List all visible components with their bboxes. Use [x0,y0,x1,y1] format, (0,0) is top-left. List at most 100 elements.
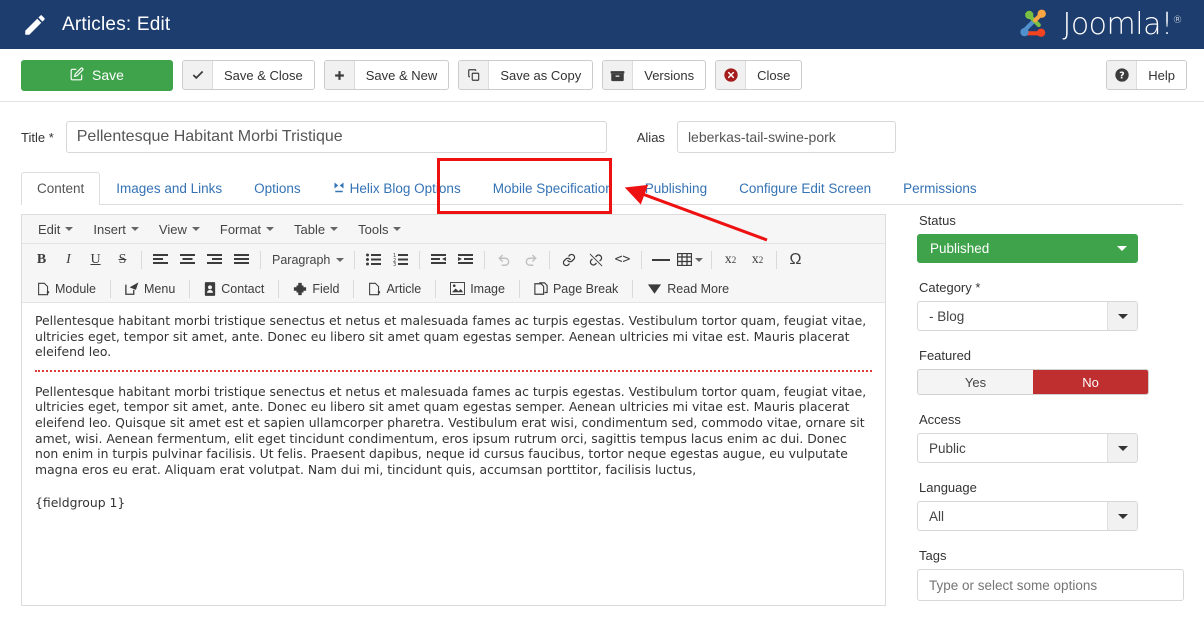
help-button[interactable]: ? Help [1106,60,1187,90]
chevron-down-icon [1107,502,1137,530]
indent-icon[interactable] [452,248,479,272]
featured-group: Featured Yes No [917,348,1182,395]
versions-button[interactable]: Versions [602,60,706,90]
tab-content-label: Content [37,181,84,196]
insert-article-button[interactable]: Article [359,278,430,300]
insert-module-button[interactable]: Module [28,278,105,300]
redo-icon[interactable] [517,248,544,272]
alias-input[interactable] [677,121,896,153]
editor-intro-paragraph: Pellentesque habitant morbi tristique se… [35,313,872,360]
unlink-icon[interactable] [582,248,609,272]
toolbar-divider [353,280,354,298]
tab-configure-edit-screen-label: Configure Edit Screen [739,181,871,196]
save-as-copy-button[interactable]: Save as Copy [458,60,593,90]
tab-images-and-links-label: Images and Links [116,181,222,196]
editor-menu-format[interactable]: Format [210,219,284,240]
access-select[interactable]: Public [917,433,1138,463]
undo-icon[interactable] [490,248,517,272]
insert-read-more-button[interactable]: Read More [638,278,738,300]
access-label: Access [919,412,1182,427]
tab-helix-blog-options-label: Helix Blog Options [350,181,461,196]
brand-text: Joomla! [1062,7,1172,42]
insert-field-button[interactable]: Field [284,278,348,300]
tab-publishing[interactable]: Publishing [629,172,723,205]
align-justify-icon[interactable] [228,248,255,272]
tags-input[interactable] [917,569,1184,601]
align-center-icon[interactable] [174,248,201,272]
special-character-icon[interactable]: Ω [782,248,809,272]
save-close-button[interactable]: Save & Close [182,60,315,90]
horizontal-rule-icon[interactable] [647,248,674,272]
close-button[interactable]: Close [715,60,802,90]
main-area: Edit Insert View Format Table [21,205,1183,618]
tab-options[interactable]: Options [238,172,317,205]
title-input[interactable] [66,121,607,153]
insert-contact-button[interactable]: Contact [195,278,273,300]
editor-menu-insert[interactable]: Insert [83,219,149,240]
plus-icon [325,61,355,89]
category-select[interactable]: - Blog [917,301,1138,331]
numbered-list-icon[interactable]: 123 [387,248,414,272]
editor-menu-view-label: View [159,222,187,237]
chevron-down-icon [65,227,73,231]
article-icon [368,282,381,296]
language-select[interactable]: All [917,501,1138,531]
table-icon[interactable] [674,248,706,272]
format-select[interactable]: Paragraph [266,249,349,271]
editor-menu-insert-label: Insert [93,222,126,237]
editor-menu-table[interactable]: Table [284,219,348,240]
align-left-icon[interactable] [147,248,174,272]
outdent-icon[interactable] [425,248,452,272]
tab-mobile-specification[interactable]: Mobile Specification [477,172,629,205]
image-icon [450,282,465,295]
editor-menu-edit[interactable]: Edit [28,219,83,240]
toolbar-divider [189,280,190,298]
align-right-icon[interactable] [201,248,228,272]
toolbar-divider [110,280,111,298]
save-button[interactable]: Save [21,60,173,91]
tab-configure-edit-screen[interactable]: Configure Edit Screen [723,172,887,205]
strikethrough-icon[interactable]: S [109,248,136,272]
save-as-copy-label: Save as Copy [489,68,592,83]
superscript-icon[interactable]: x2 [744,248,771,272]
italic-icon[interactable]: I [55,248,82,272]
editor-menu-tools[interactable]: Tools [348,219,411,240]
category-label: Category * [919,280,1182,295]
featured-yes-button[interactable]: Yes [918,370,1033,394]
source-code-icon[interactable]: <> [609,248,636,272]
app-header: Articles: Edit Joomla!® [0,0,1204,49]
bold-icon[interactable]: B [28,248,55,272]
insert-image-label: Image [470,282,505,296]
save-new-button[interactable]: Save & New [324,60,450,90]
brand-name: Joomla!® [1062,7,1182,42]
insert-page-break-button[interactable]: Page Break [525,278,627,300]
tab-content[interactable]: Content [21,172,100,205]
chevron-down-icon [1117,246,1127,251]
editor-menu-view[interactable]: View [149,219,210,240]
language-group: Language All [917,480,1182,531]
insert-image-button[interactable]: Image [441,278,514,300]
bullet-list-icon[interactable] [360,248,387,272]
tab-bar: Content Images and Links Options Helix B… [21,171,1183,205]
featured-label: Featured [919,348,1182,363]
save-button-label: Save [92,67,124,83]
subscript-icon[interactable]: x2 [717,248,744,272]
insert-menu-button[interactable]: Menu [116,278,184,300]
insert-menu-label: Menu [144,282,175,296]
status-select[interactable]: Published [917,234,1138,263]
tab-helix-blog-options[interactable]: Helix Blog Options [317,172,477,205]
menu-icon [125,282,139,296]
toolbar-divider [419,251,420,269]
tab-images-and-links[interactable]: Images and Links [100,172,238,205]
editor-content-area[interactable]: Pellentesque habitant morbi tristique se… [22,303,885,605]
tab-permissions[interactable]: Permissions [887,172,993,205]
underline-icon[interactable]: U [82,248,109,272]
featured-no-button[interactable]: No [1033,370,1148,394]
toolbar-divider [711,251,712,269]
toolbar-divider [549,251,550,269]
editor-menubar: Edit Insert View Format Table [22,215,885,244]
module-icon [37,282,50,296]
header-left: Articles: Edit [22,12,170,38]
link-icon[interactable] [555,248,582,272]
copy-icon [459,61,489,89]
